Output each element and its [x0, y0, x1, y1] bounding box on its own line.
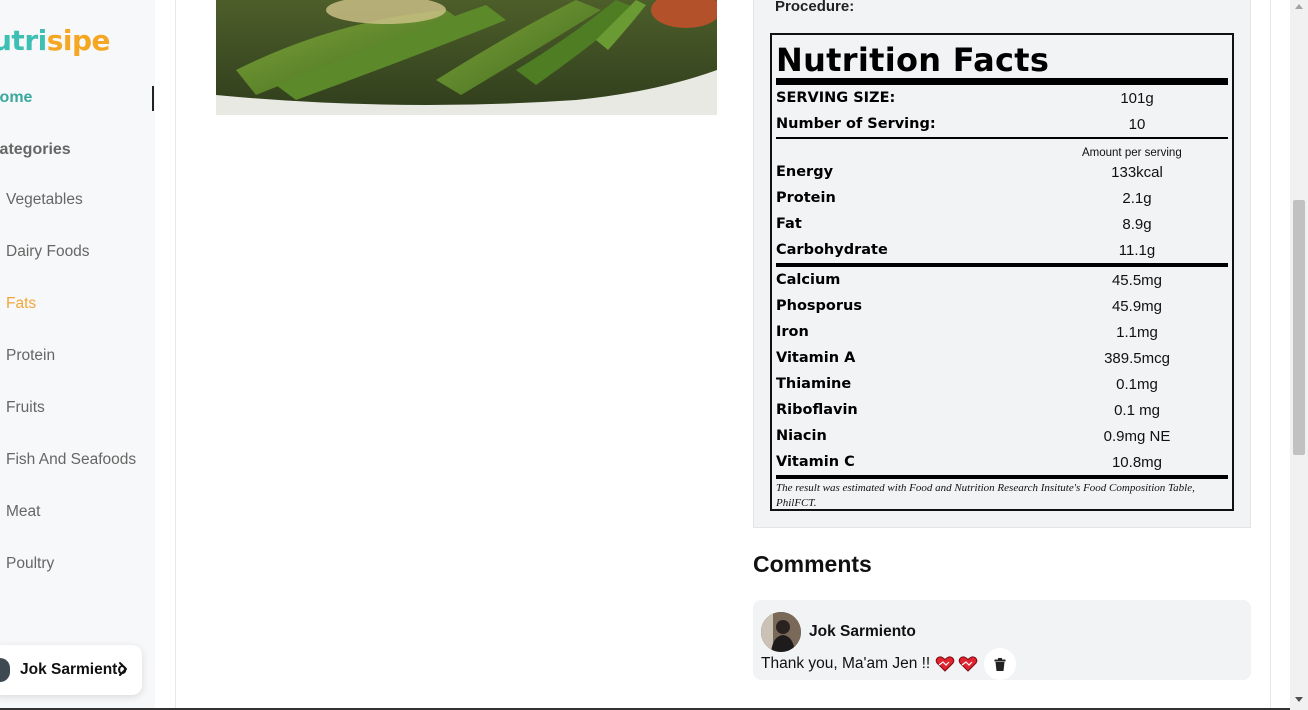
- comment-author-avatar: [761, 612, 801, 652]
- serving-size-label: SERVING SIZE:: [776, 90, 896, 106]
- nutrient-row: Energy 133kcal: [776, 159, 1228, 185]
- amount-per-serving: Amount per serving: [776, 139, 1228, 159]
- app-root: utrisipe Home Categories Vegetables Dair…: [0, 0, 1308, 710]
- chevron-right-icon: [119, 662, 127, 676]
- nutrient-row: Vitamin A 389.5mcg: [776, 345, 1228, 371]
- nutrient-value: 0.1mg: [1116, 375, 1158, 393]
- nutrient-label: Protein: [776, 190, 836, 206]
- comment-text-line: Thank you, Ma'am Jen !!: [761, 655, 978, 673]
- nutrition-facts-title: Nutrition Facts: [776, 41, 1050, 79]
- nutrient-row: Vitamin C 10.8mg: [776, 449, 1228, 475]
- nutrient-label: Calcium: [776, 272, 841, 288]
- scrollbar-thumb[interactable]: [1293, 200, 1305, 455]
- divider: [776, 78, 1228, 85]
- nutrient-row: Fat 8.9g: [776, 211, 1228, 237]
- nutrient-row: Calcium 45.5mg: [776, 267, 1228, 293]
- sidebar-item-home[interactable]: Home: [0, 86, 154, 111]
- sidebar-item-protein[interactable]: Protein: [0, 330, 155, 382]
- user-menu-button[interactable]: Jok Sarmiento: [0, 645, 142, 695]
- sidebar-item-vegetables[interactable]: Vegetables: [0, 174, 155, 226]
- category-list: Vegetables Dairy Foods Fats Protein Frui…: [0, 174, 155, 590]
- nutrient-label: Vitamin A: [776, 350, 856, 366]
- servings-value: 10: [1128, 115, 1146, 133]
- nutrient-row: Iron 1.1mg: [776, 319, 1228, 345]
- comment-text: Thank you, Ma'am Jen !!: [761, 655, 931, 672]
- nutrient-value: 133kcal: [1111, 163, 1163, 181]
- logo-text-part1: utri: [0, 24, 47, 57]
- categories-heading: Categories: [0, 141, 71, 158]
- nutrient-label: Phosporus: [776, 298, 862, 314]
- nutrient-row: Phosporus 45.9mg: [776, 293, 1228, 319]
- user-avatar: [0, 658, 10, 682]
- procedure-title: Procedure:: [775, 0, 855, 15]
- nutrient-label: Energy: [776, 164, 834, 180]
- comment-author-name: Jok Sarmiento: [809, 623, 916, 640]
- servings-row: Number of Serving: 10: [776, 111, 1228, 137]
- nutrition-facts-panel: Nutrition Facts SERVING SIZE: 101g Numbe…: [770, 33, 1234, 511]
- nutrient-label: Iron: [776, 324, 809, 340]
- sidebar-item-home-label: Home: [0, 89, 33, 106]
- heart-emoji-icon: [958, 656, 978, 672]
- recipe-photo-illustration: [216, 0, 717, 115]
- recipe-image: [216, 0, 717, 115]
- nutrient-label: Carbohydrate: [776, 242, 888, 258]
- divider: [776, 475, 1228, 479]
- nutrient-value: 0.9mg NE: [1103, 427, 1171, 445]
- nutrient-value: 389.5mcg: [1104, 349, 1170, 367]
- procedure-panel: Procedure: Nutrition Facts SERVING SIZE:…: [753, 0, 1251, 528]
- nutrient-value: 8.9g: [1122, 215, 1152, 233]
- avatar-photo-icon: [761, 612, 801, 652]
- nutrient-row: Niacin 0.9mg NE: [776, 423, 1228, 449]
- nutrient-value: 2.1g: [1122, 189, 1152, 207]
- page-scrollbar[interactable]: [1290, 0, 1308, 710]
- nutrient-row: Thiamine 0.1mg: [776, 371, 1228, 397]
- sidebar-item-meat[interactable]: Meat: [0, 486, 155, 538]
- nutrition-source-note: The result was estimated with Food and N…: [776, 482, 1195, 509]
- nutrient-label: Vitamin C: [776, 454, 855, 470]
- amount-per-serving-label: Amount per serving: [1082, 147, 1182, 159]
- nutrient-label: Niacin: [776, 428, 827, 444]
- scroll-down-arrow-icon[interactable]: [1295, 697, 1303, 702]
- nutrient-row: Protein 2.1g: [776, 185, 1228, 211]
- heart-emoji-icon: [935, 656, 955, 672]
- nutrient-value: 45.9mg: [1111, 297, 1163, 315]
- nutrient-value: 45.5mg: [1111, 271, 1163, 289]
- delete-comment-button[interactable]: [984, 648, 1016, 680]
- nutrient-label: Thiamine: [776, 376, 852, 392]
- comments-heading: Comments: [753, 551, 872, 577]
- nutrient-row: Riboflavin 0.1 mg: [776, 397, 1228, 423]
- trash-icon: [994, 657, 1006, 671]
- nutrient-value: 10.8mg: [1111, 453, 1163, 471]
- serving-size-row: SERVING SIZE: 101g: [776, 85, 1228, 111]
- main-content: Procedure: Nutrition Facts SERVING SIZE:…: [175, 0, 1271, 710]
- nutrient-label: Fat: [776, 216, 802, 232]
- sidebar-item-fats[interactable]: Fats: [0, 278, 155, 330]
- sidebar-item-fish-and-seafoods[interactable]: Fish And Seafoods: [0, 434, 155, 486]
- nutrient-value: 0.1 mg: [1114, 401, 1160, 419]
- nutrient-value: 1.1mg: [1116, 323, 1158, 341]
- servings-label: Number of Serving:: [776, 116, 936, 132]
- comment-item: Jok Sarmiento Thank you, Ma'am Jen !!: [753, 600, 1251, 680]
- nutrient-label: Riboflavin: [776, 402, 858, 418]
- sidebar-item-fruits[interactable]: Fruits: [0, 382, 155, 434]
- logo-text-part2: sipe: [46, 24, 111, 57]
- serving-size-value: 101g: [1120, 89, 1154, 107]
- user-name: Jok Sarmiento: [20, 661, 127, 678]
- sidebar: utrisipe Home Categories Vegetables Dair…: [0, 0, 155, 710]
- nutrient-value: 11.1g: [1118, 241, 1156, 259]
- nutrient-row: Carbohydrate 11.1g: [776, 237, 1228, 263]
- scroll-up-arrow-icon[interactable]: [1295, 4, 1303, 9]
- app-logo[interactable]: utrisipe: [0, 24, 111, 57]
- sidebar-item-poultry[interactable]: Poultry: [0, 538, 155, 590]
- sidebar-item-dairy-foods[interactable]: Dairy Foods: [0, 226, 155, 278]
